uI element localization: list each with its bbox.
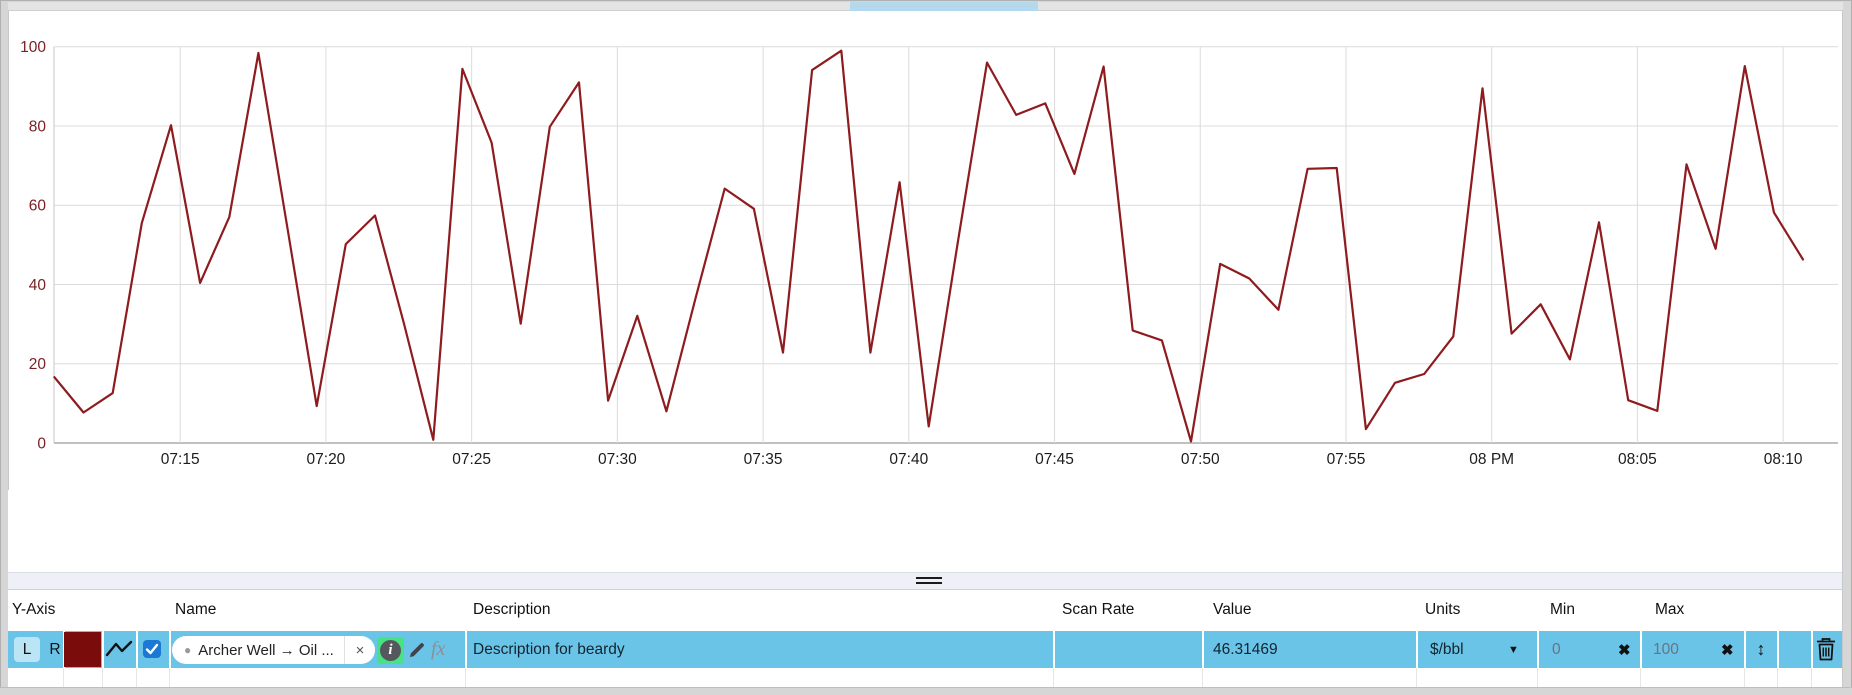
line-style-icon[interactable] [105, 639, 133, 660]
svg-text:100: 100 [20, 39, 46, 56]
cell-separator [136, 668, 137, 687]
tag-table-header: Y-Axis Name Description Scan Rate Value … [8, 590, 1842, 631]
col-header-name: Name [175, 601, 217, 618]
y-axis-left-button[interactable]: L [14, 637, 40, 662]
cell-separator [1640, 631, 1642, 668]
cell-separator [1053, 668, 1054, 687]
svg-text:07:30: 07:30 [598, 451, 637, 468]
autoscale-icon[interactable]: ↕ [1749, 631, 1773, 668]
cell-separator [1777, 631, 1779, 668]
cell-separator [465, 631, 467, 668]
chart-plot-area[interactable]: 0 20 40 60 80 100 07:15 07:20 07:25 07:30 07:35 07:… [0, 11, 1852, 490]
svg-text:08 PM: 08 PM [1469, 451, 1514, 468]
cell-separator [169, 668, 170, 687]
cell-separator [1202, 668, 1203, 687]
cell-separator [169, 631, 171, 668]
svg-text:07:45: 07:45 [1035, 451, 1074, 468]
col-header-y-axis: Y-Axis [12, 601, 56, 618]
col-header-units: Units [1425, 601, 1461, 618]
svg-text:07:55: 07:55 [1327, 451, 1366, 468]
tag-name: Archer Well → Oil ... [198, 641, 334, 659]
cell-separator [102, 631, 104, 668]
units-dropdown-icon[interactable]: ▼ [1508, 631, 1519, 668]
svg-text:08:10: 08:10 [1764, 451, 1803, 468]
cell-separator [136, 631, 138, 668]
tag-chip[interactable]: ● Archer Well → Oil ... × [172, 636, 375, 664]
check-icon [145, 643, 159, 655]
svg-text:07:50: 07:50 [1181, 451, 1220, 468]
edit-pencil-icon[interactable] [407, 640, 427, 660]
splitter-handle[interactable] [916, 577, 942, 586]
units-cell[interactable]: $/bbl [1430, 631, 1464, 668]
cell-separator [1640, 668, 1641, 687]
info-icon: i [380, 640, 401, 661]
svg-text:80: 80 [29, 118, 47, 135]
svg-text:07:20: 07:20 [307, 451, 346, 468]
cell-separator [1416, 668, 1417, 687]
cell-separator [1811, 668, 1812, 687]
cell-separator [1053, 631, 1055, 668]
y-axis-right-button[interactable]: R [44, 637, 66, 662]
svg-text:07:25: 07:25 [452, 451, 491, 468]
trend-viewer-window: 0 20 40 60 80 100 07:15 07:20 07:25 07:30 07:35 07:… [0, 0, 1852, 695]
cell-separator [63, 668, 64, 687]
time-toolbar: Jun 22, 25 19:10:41 Fixed Period 1 Hour [8, 490, 1842, 572]
max-input[interactable]: 100 [1653, 631, 1679, 668]
series-color-swatch[interactable] [64, 632, 101, 667]
series-visible-checkbox[interactable] [143, 640, 161, 658]
cell-separator [1811, 631, 1813, 668]
svg-text:0: 0 [37, 436, 46, 453]
delete-trash-icon[interactable] [1815, 637, 1837, 662]
panel-right-border [1842, 11, 1843, 687]
max-clear-icon[interactable]: ✖ [1721, 631, 1734, 668]
svg-text:20: 20 [29, 356, 47, 373]
col-header-scan-rate: Scan Rate [1062, 601, 1135, 618]
tag-remove-button[interactable]: × [344, 636, 375, 664]
col-header-min: Min [1550, 601, 1575, 618]
svg-text:07:40: 07:40 [889, 451, 928, 468]
tag-info-button-highlighted[interactable]: i [377, 637, 404, 664]
panel-splitter [8, 572, 1842, 590]
fx-expression-button[interactable]: fx [431, 631, 445, 668]
col-header-value: Value [1213, 601, 1252, 618]
min-clear-icon[interactable]: ✖ [1618, 631, 1631, 668]
cell-separator [1744, 668, 1745, 687]
active-tab-indicator[interactable] [850, 2, 1038, 11]
cell-separator [1744, 631, 1746, 668]
cell-separator [1537, 631, 1539, 668]
col-header-description: Description [473, 601, 551, 618]
min-input[interactable]: 0 [1552, 631, 1561, 668]
cell-separator [1537, 668, 1538, 687]
description-cell[interactable]: Description for beardy [473, 631, 625, 668]
window-frame-bottom [0, 687, 1852, 695]
col-header-max: Max [1655, 601, 1685, 618]
svg-text:60: 60 [29, 198, 47, 215]
cell-separator [102, 668, 103, 687]
svg-text:40: 40 [29, 277, 47, 294]
cell-separator [1416, 631, 1418, 668]
cell-separator [465, 668, 466, 687]
empty-row [8, 668, 1843, 687]
cell-separator [1202, 631, 1204, 668]
tag-dot-icon: ● [184, 643, 192, 657]
svg-text:08:05: 08:05 [1618, 451, 1657, 468]
svg-text:07:15: 07:15 [161, 451, 200, 468]
cell-separator [1777, 668, 1778, 687]
value-cell: 46.31469 [1213, 640, 1278, 658]
svg-text:07:35: 07:35 [744, 451, 783, 468]
